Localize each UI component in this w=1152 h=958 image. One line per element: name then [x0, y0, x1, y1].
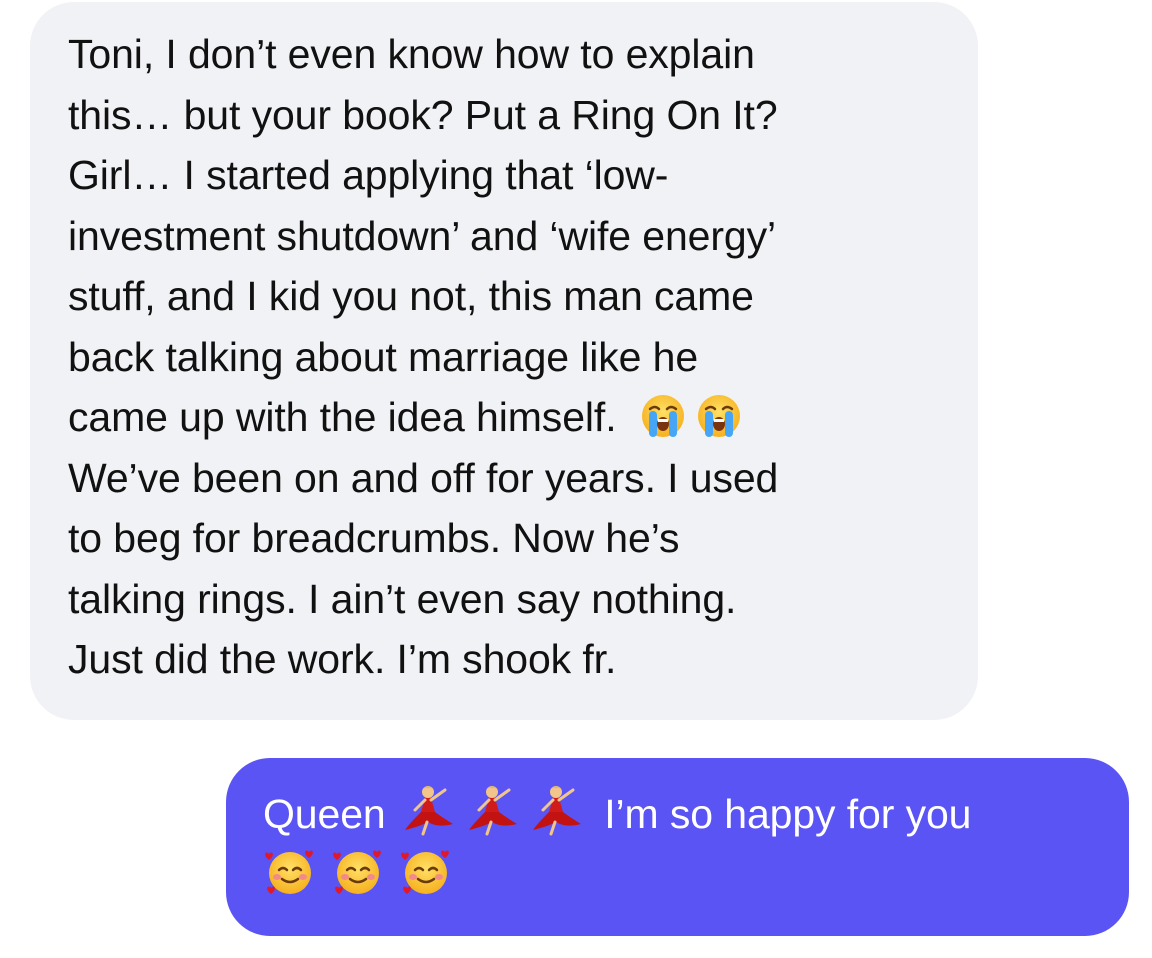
message-line-with-emoji: Queen I’m so happy for you — [263, 784, 1099, 844]
message-line: investment shutdown’ and ‘wife energy’ — [68, 212, 777, 259]
outgoing-message-bubble[interactable]: Queen I’m so happy for you — [226, 758, 1129, 936]
incoming-message-bubble[interactable]: Toni, I don’t even know how to explain t… — [30, 2, 978, 720]
loudly-crying-face-emoji — [696, 393, 742, 439]
message-line: this… but your book? Put a Ring On It? — [68, 91, 778, 138]
woman-dancing-emoji — [465, 784, 519, 836]
message-line: We’ve been on and off for years. I used — [68, 454, 779, 501]
message-line: Girl… I started applying that ‘low- — [68, 152, 669, 198]
message-line: talking rings. I ain’t even say nothing. — [68, 575, 737, 622]
message-line: to beg for breadcrumbs. Now he’s — [68, 515, 680, 561]
loudly-crying-face-emoji — [640, 393, 686, 439]
message-line: Just did the work. I’m shook fr. — [68, 636, 617, 682]
woman-dancing-emoji — [401, 784, 455, 836]
outgoing-message-text: Queen I’m so happy for you — [263, 784, 1099, 906]
smiling-face-with-hearts-emoji — [399, 846, 453, 898]
message-line-with-emoji: came up with the idea himself. — [68, 387, 942, 448]
message-thread: Toni, I don’t even know how to explain t… — [0, 0, 1152, 958]
smiling-face-with-hearts-emoji — [263, 846, 317, 898]
message-prefix: Queen — [263, 791, 386, 837]
woman-dancing-emoji — [529, 784, 583, 836]
message-line-text: came up with the idea himself. — [68, 394, 617, 440]
smiling-face-with-hearts-emoji — [331, 846, 385, 898]
message-line: stuff, and I kid you not, this man came — [68, 273, 754, 319]
message-line: Toni, I don’t even know how to explain — [68, 31, 755, 77]
message-suffix: I’m so happy for you — [604, 791, 972, 837]
emoji-row — [263, 846, 1099, 906]
message-line: back talking about marriage like he — [68, 333, 699, 380]
incoming-message-text: Toni, I don’t even know how to explain t… — [68, 24, 942, 690]
